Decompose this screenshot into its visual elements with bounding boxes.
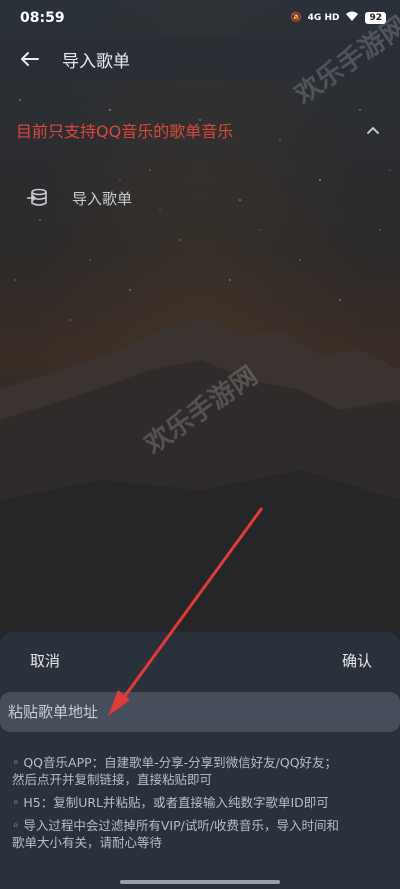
tip-item: ◦ 导入过程中会过滤掉所有VIP/试听/收费音乐，导入时间和 歌单大小有关，请耐… xyxy=(12,818,340,850)
playlist-url-input[interactable] xyxy=(0,692,400,732)
tip-item: ◦ QQ音乐APP：自建歌单-分享-分享到微信好友/QQ好友； 然后点开并复制链… xyxy=(12,755,338,787)
notice-section[interactable]: 目前只支持QQ音乐的歌单音乐 xyxy=(0,110,400,150)
wifi-icon xyxy=(345,11,359,25)
tip-item: ◦ H5：复制URL并粘贴，或者直接输入纯数字歌单ID即可 xyxy=(12,795,329,810)
import-bottom-sheet: 取消 确认 ◦ QQ音乐APP：自建歌单-分享-分享到微信好友/QQ好友； 然后… xyxy=(0,632,400,889)
sheet-actions: 取消 确认 xyxy=(0,632,400,688)
mountain-silhouette xyxy=(0,320,400,660)
page-title: 导入歌单 xyxy=(62,51,130,72)
status-bar: 08:59 🔕 4G HD 92 xyxy=(0,0,400,36)
import-playlist-label: 导入歌单 xyxy=(72,189,133,208)
notice-text: 目前只支持QQ音乐的歌单音乐 xyxy=(16,122,234,141)
chevron-up-icon[interactable] xyxy=(366,125,380,135)
arrow-left-icon xyxy=(21,52,39,66)
network-indicator: 4G HD xyxy=(307,13,340,23)
playlist-import-icon xyxy=(27,188,47,206)
mute-icon: 🔕 xyxy=(290,13,302,23)
back-button[interactable] xyxy=(16,46,42,72)
cancel-button[interactable]: 取消 xyxy=(30,650,60,671)
tips-list: ◦ QQ音乐APP：自建歌单-分享-分享到微信好友/QQ好友； 然后点开并复制链… xyxy=(12,754,392,857)
status-time: 08:59 xyxy=(20,10,65,26)
confirm-button[interactable]: 确认 xyxy=(342,650,372,671)
home-indicator[interactable] xyxy=(120,880,280,884)
import-playlist-option[interactable]: 导入歌单 xyxy=(0,178,400,218)
